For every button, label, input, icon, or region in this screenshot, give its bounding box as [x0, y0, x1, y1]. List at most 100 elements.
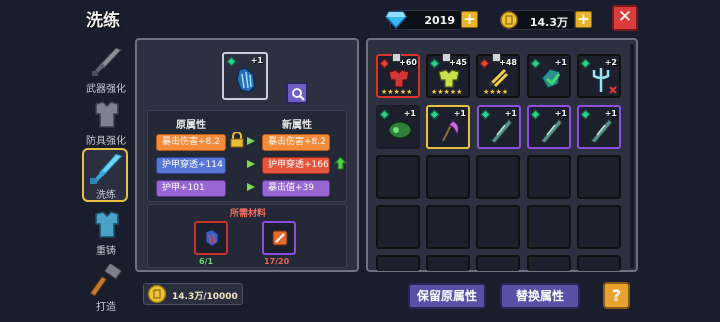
- sidebar-item-recast[interactable]: 重铸: [76, 208, 136, 266]
- magnifier-icon: [292, 88, 305, 101]
- add-coins-button[interactable]: +: [575, 11, 592, 28]
- quality-gem-icon: [226, 56, 237, 67]
- empty-inventory-slot[interactable]: [426, 205, 470, 249]
- close-button[interactable]: ✕: [612, 5, 638, 31]
- selected-item-slot[interactable]: +1: [222, 52, 268, 100]
- arrow-right-icon: [247, 183, 255, 191]
- empty-inventory-slot[interactable]: [577, 205, 621, 249]
- empty-inventory-slot[interactable]: [577, 255, 621, 271]
- original-stat-3: 护甲+101: [156, 180, 226, 197]
- claw-weapon-icon: [236, 67, 256, 93]
- empty-inventory-slot[interactable]: [476, 155, 520, 199]
- claw-material-icon: [205, 229, 219, 247]
- arrow-right-icon: [247, 160, 255, 168]
- empty-inventory-slot[interactable]: [527, 205, 571, 249]
- item-plus-level: +60: [399, 58, 417, 67]
- sidebar-item-forge[interactable]: 打造: [76, 262, 136, 320]
- stat-increase-arrow-icon: [334, 156, 347, 170]
- original-stat-1: 暴击伤害+8.2: [156, 134, 226, 151]
- inventory-item[interactable]: +1: [477, 105, 521, 149]
- quality-gem-icon: [379, 109, 390, 120]
- diamond-icon: [385, 11, 407, 30]
- green-armor-icon: [438, 69, 460, 88]
- empty-inventory-slot[interactable]: [426, 155, 470, 199]
- armor-refined-icon: [95, 211, 119, 238]
- empty-inventory-slot[interactable]: [577, 155, 621, 199]
- add-gems-button[interactable]: +: [461, 11, 478, 28]
- keep-original-button[interactable]: 保留原属性: [408, 283, 486, 309]
- red-armor-icon: [388, 69, 410, 88]
- crystal-blade-icon: [540, 118, 563, 144]
- gem-counter: 2019: [385, 10, 462, 30]
- inventory-item[interactable]: +45 ★★★★★: [426, 53, 470, 98]
- crystal-blade-icon: [490, 118, 513, 144]
- item-plus-level: +1: [403, 109, 416, 118]
- item-stars: ★★★★: [483, 88, 509, 96]
- teal-claw-icon: [541, 68, 561, 89]
- coin-count: 14.3万: [529, 16, 568, 29]
- green-gauntlet-icon: [388, 121, 412, 139]
- unequip-x-icon: [609, 86, 617, 94]
- inventory-item[interactable]: +48 ★★★★: [476, 53, 520, 98]
- new-stat-3: 暴击值+39: [262, 180, 330, 197]
- original-stat-2: 护甲穿透+114: [156, 157, 226, 174]
- cost-text: 14.3万/10000: [172, 292, 238, 302]
- new-stat-2: 护甲穿透+166: [262, 157, 330, 174]
- sidebar-item-refine[interactable]: 洗练: [82, 148, 128, 202]
- item-plus-level: +45: [449, 58, 467, 67]
- scroll-material-icon: [272, 230, 288, 246]
- sidebar-item-label: 洗练: [96, 190, 116, 201]
- glowing-sword-icon: [90, 153, 123, 184]
- inventory-item[interactable]: +2: [577, 54, 621, 98]
- material-count-1: 6/1: [199, 257, 214, 266]
- item-plus-level: +1: [250, 56, 263, 65]
- replace-stats-button[interactable]: 替换属性: [500, 283, 580, 309]
- empty-inventory-slot[interactable]: [476, 205, 520, 249]
- quality-gem-icon: [429, 58, 440, 69]
- crystal-blade-icon: [590, 118, 613, 144]
- page-title: 洗练: [86, 11, 120, 31]
- quality-gem-icon: [379, 58, 390, 69]
- sidebar-item-label: 防具强化: [86, 136, 126, 147]
- view-item-button[interactable]: [286, 82, 308, 104]
- original-stats-header: 原属性: [176, 120, 206, 131]
- armor-icon: [95, 101, 119, 128]
- material-slot-2[interactable]: [262, 221, 296, 255]
- inventory-item[interactable]: +1: [577, 105, 621, 149]
- inventory-item[interactable]: +1: [527, 105, 571, 149]
- inventory-item[interactable]: +60 ★★★★★: [376, 53, 420, 98]
- item-stars: ★★★★★: [431, 88, 463, 96]
- sidebar-item-weapon-upgrade[interactable]: 武器强化: [76, 44, 136, 102]
- materials-header: 所需材料: [230, 209, 267, 219]
- empty-inventory-slot[interactable]: [426, 255, 470, 271]
- item-stars: ★★★★★: [381, 88, 413, 96]
- hammer-icon: [90, 264, 123, 297]
- lock-icon[interactable]: [230, 132, 244, 148]
- dual-blade-icon: [489, 68, 509, 88]
- empty-inventory-slot[interactable]: [376, 155, 420, 199]
- material-count-2: 17/20: [264, 257, 290, 266]
- inventory-item[interactable]: +1: [426, 105, 470, 149]
- arrow-right-icon: [247, 137, 255, 145]
- sidebar-item-label: 重铸: [96, 246, 116, 257]
- help-button[interactable]: ?: [603, 282, 630, 309]
- empty-inventory-slot[interactable]: [476, 255, 520, 271]
- gem-count: 2019: [424, 14, 455, 27]
- inventory-item[interactable]: +1: [376, 105, 420, 149]
- sidebar-item-label: 武器强化: [86, 84, 126, 95]
- sidebar-item-label: 打造: [96, 302, 116, 313]
- new-stats-header: 新属性: [282, 120, 312, 131]
- empty-inventory-slot[interactable]: [527, 255, 571, 271]
- material-slot-1[interactable]: [194, 221, 228, 255]
- sword-icon: [92, 47, 122, 76]
- empty-inventory-slot[interactable]: [376, 255, 420, 271]
- inventory-scrollbar[interactable]: [630, 44, 634, 268]
- inventory-item[interactable]: +1: [527, 54, 571, 98]
- coin-icon: [500, 11, 518, 29]
- coin-counter: 14.3万: [500, 10, 575, 30]
- empty-inventory-slot[interactable]: [527, 155, 571, 199]
- new-stat-1: 暴击伤害+8.2: [262, 134, 330, 151]
- scythe-icon: [442, 120, 459, 142]
- empty-inventory-slot[interactable]: [376, 205, 420, 249]
- refine-cost: 14.3万/10000: [143, 283, 243, 305]
